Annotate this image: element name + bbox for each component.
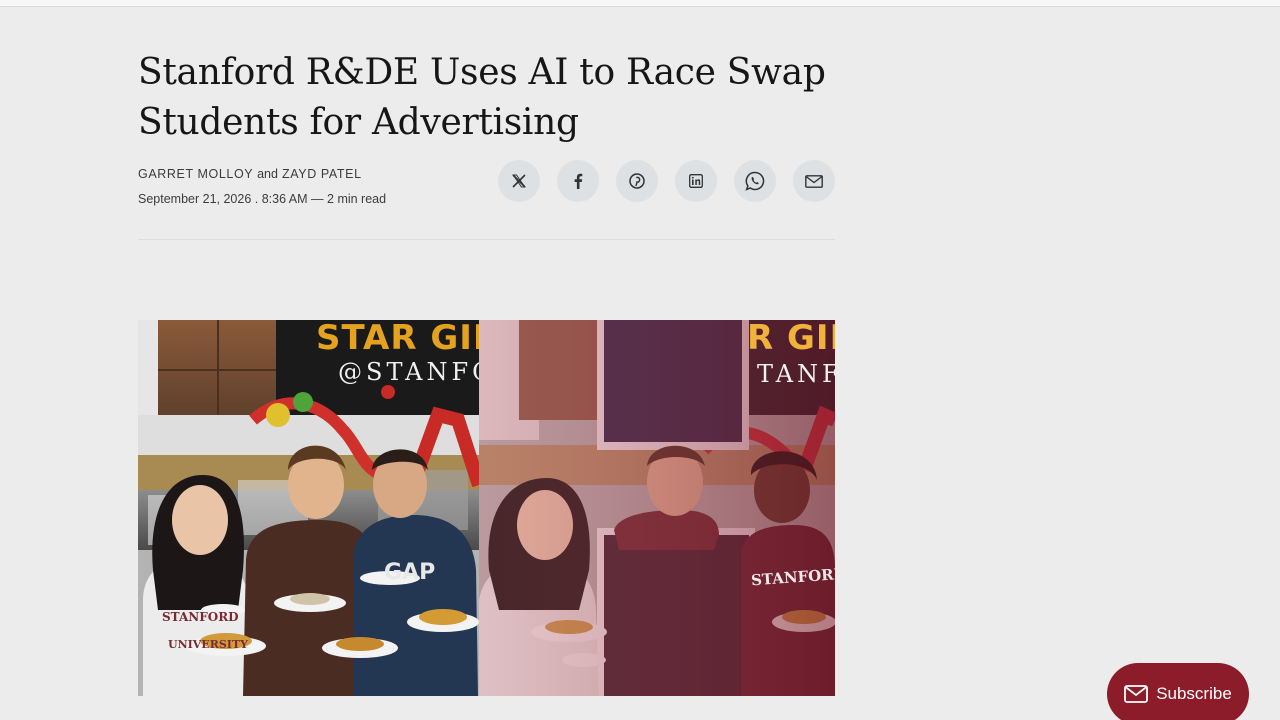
hero-original-photo: STAR GIN @STANFO STANFORD GAP UNIVERSITY <box>138 320 479 696</box>
x-icon <box>512 174 526 188</box>
mail-icon <box>805 174 823 188</box>
sign-text-left: STAR GIN <box>316 320 479 358</box>
share-whatsapp-button[interactable] <box>734 160 776 202</box>
meta-separator: — <box>307 192 328 206</box>
header-divider <box>138 239 835 240</box>
sign-subtext-left: @STANFO <box>338 358 479 386</box>
share-x-button[interactable] <box>498 160 540 202</box>
share-facebook-button[interactable] <box>557 160 599 202</box>
shirt-text: UNIVERSITY <box>168 638 248 651</box>
shirt-text: GAP <box>384 560 436 585</box>
read-time: 2 min read <box>327 192 387 206</box>
article-header: Stanford R&DE Uses AI to Race Swap Stude… <box>138 48 835 227</box>
linkedin-icon <box>689 174 703 188</box>
pinterest-icon <box>629 173 645 189</box>
sign-subtext-right: TANF <box>757 360 835 388</box>
share-email-button[interactable] <box>793 160 835 202</box>
hero-image: STAR GIN @STANFO STANFORD GAP UNIVERSITY <box>138 320 835 696</box>
shirt-text: STANFORD <box>162 610 239 624</box>
share-linkedin-button[interactable] <box>675 160 717 202</box>
browser-top-bar <box>0 0 1280 7</box>
publish-date: September 21, 2026 . 8:36 AM <box>138 192 308 206</box>
author-link[interactable]: GARRET MOLLOY <box>138 167 253 181</box>
mail-icon <box>1124 685 1149 703</box>
author-conjunction: and <box>257 167 278 181</box>
author-link[interactable]: ZAYD PATEL <box>282 167 362 181</box>
byline-row: GARRET MOLLOY and ZAYD PATEL September 2… <box>138 160 835 227</box>
subscribe-button[interactable]: Subscribe <box>1107 663 1249 720</box>
subscribe-label: Subscribe <box>1156 684 1232 703</box>
article-headline: Stanford R&DE Uses AI to Race Swap Stude… <box>138 52 826 143</box>
facebook-icon <box>574 173 583 189</box>
share-pinterest-button[interactable] <box>616 160 658 202</box>
hero-edited-photo: R GIN TANF STANFORD <box>479 320 835 696</box>
sign-text-right: R GIN <box>747 320 835 358</box>
whatsapp-icon <box>745 171 765 191</box>
share-buttons <box>498 160 835 202</box>
